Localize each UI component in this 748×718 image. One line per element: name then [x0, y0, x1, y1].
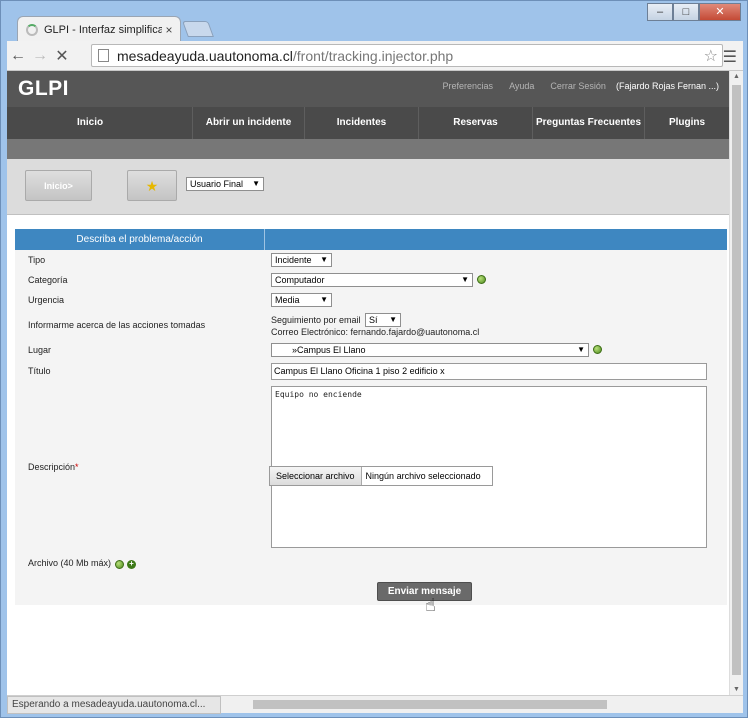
- loading-spinner-icon: [26, 23, 38, 36]
- email-follow-label: Seguimiento por email: [271, 315, 361, 325]
- dropdown-arrow-icon: ▼: [461, 275, 469, 284]
- browser-tab[interactable]: GLPI - Interfaz simplificad ×: [17, 16, 181, 42]
- window-controls: – □ ✕: [647, 3, 741, 21]
- ticket-form: Describa el problema/acción Tipo Inciden…: [15, 229, 727, 605]
- lugar-search-icon[interactable]: [593, 345, 602, 354]
- urgencia-label: Urgencia: [28, 295, 65, 305]
- form-section-title: Describa el problema/acción: [15, 229, 265, 250]
- scroll-thumb[interactable]: [732, 85, 741, 675]
- page-icon: [98, 49, 109, 62]
- browser-toolbar: ← → ✕ mesadeayuda.uautonoma.cl/front/tra…: [7, 41, 743, 71]
- titulo-label: Título: [28, 366, 51, 376]
- logout-link[interactable]: Cerrar Sesión: [550, 81, 606, 91]
- scroll-down-icon[interactable]: ▼: [733, 686, 740, 693]
- urgencia-select[interactable]: Media ▼: [271, 293, 332, 307]
- scroll-up-icon[interactable]: ▲: [733, 73, 740, 80]
- address-bar[interactable]: mesadeayuda.uautonoma.cl/front/tracking.…: [91, 44, 723, 67]
- menu-item-plugins[interactable]: Plugins: [645, 107, 729, 139]
- close-window-button[interactable]: ✕: [699, 3, 741, 21]
- main-menu: Inicio Abrir un incidente Incidentes Res…: [7, 107, 729, 139]
- menu-item-incidentes[interactable]: Incidentes: [305, 107, 419, 139]
- glpi-logo[interactable]: GLPI: [18, 77, 69, 101]
- maximize-button[interactable]: □: [673, 3, 699, 21]
- profile-select-value: Usuario Final: [190, 179, 244, 189]
- lugar-label: Lugar: [28, 345, 52, 355]
- preferences-link[interactable]: Preferencias: [443, 81, 494, 91]
- forward-arrow-icon[interactable]: →: [29, 47, 51, 65]
- dropdown-arrow-icon: ▼: [320, 255, 328, 264]
- bookmark-star-icon[interactable]: ☆: [704, 46, 718, 66]
- form-header: Describa el problema/acción: [15, 229, 727, 250]
- notify-label: Informarme acerca de las acciones tomada…: [28, 320, 206, 330]
- sub-menu-bar: [7, 139, 729, 159]
- titulo-input[interactable]: Campus El Llano Oficina 1 piso 2 edifici…: [271, 363, 707, 380]
- tipo-select[interactable]: Incidente ▼: [271, 253, 332, 267]
- hand-cursor-icon: ☝: [425, 595, 436, 615]
- urgencia-select-value: Media: [275, 295, 300, 305]
- lugar-select-value: »Campus El Llano: [292, 345, 366, 355]
- dropdown-arrow-icon: ▼: [320, 295, 328, 304]
- browser-window: GLPI - Interfaz simplificad × – □ ✕ ← → …: [0, 0, 748, 718]
- vertical-scrollbar[interactable]: ▲ ▼: [729, 71, 743, 695]
- star-icon: ★: [145, 178, 159, 194]
- email-address-text: Correo Electrónico: fernando.fajardo@uau…: [271, 327, 480, 337]
- dropdown-arrow-icon: ▼: [577, 345, 585, 354]
- menu-item-inicio[interactable]: Inicio: [7, 107, 193, 139]
- descripcion-label-text: Descripción: [28, 462, 76, 472]
- minimize-button[interactable]: –: [647, 3, 673, 21]
- top-links: Preferencias Ayuda Cerrar Sesión (Fajard…: [427, 81, 719, 91]
- lugar-select[interactable]: »Campus El Llano ▼: [271, 343, 589, 357]
- glpi-header: GLPI Preferencias Ayuda Cerrar Sesión (F…: [7, 71, 729, 139]
- menu-item-faq[interactable]: Preguntas Frecuentes: [533, 107, 645, 139]
- url-host: mesadeayuda.uautonoma.cl: [117, 47, 293, 64]
- user-name-link[interactable]: (Fajardo Rojas Fernan ...): [616, 81, 719, 91]
- categoria-search-icon[interactable]: [477, 275, 486, 284]
- tipo-label: Tipo: [28, 255, 46, 265]
- page-viewport: GLPI Preferencias Ayuda Cerrar Sesión (F…: [7, 71, 729, 695]
- url-path: /front/tracking.injector.php: [292, 47, 454, 64]
- descripcion-label: Descripción*: [28, 462, 79, 472]
- select-file-button[interactable]: Seleccionar archivo: [270, 467, 362, 485]
- favorites-button[interactable]: ★: [127, 170, 177, 201]
- email-follow-value: Sí: [369, 315, 378, 325]
- title-bar: GLPI - Interfaz simplificad × – □ ✕: [1, 1, 748, 42]
- dropdown-arrow-icon: ▼: [389, 315, 397, 324]
- menu-item-abrir-incidente[interactable]: Abrir un incidente: [193, 107, 305, 139]
- new-tab-button[interactable]: [182, 21, 214, 37]
- categoria-label: Categoría: [28, 275, 68, 285]
- loading-status: Esperando a mesadeayuda.uautonoma.cl...: [7, 696, 221, 714]
- back-arrow-icon[interactable]: ←: [7, 47, 29, 65]
- email-follow-select[interactable]: Sí ▼: [365, 313, 401, 327]
- add-file-icon[interactable]: +: [127, 560, 136, 569]
- file-input[interactable]: Seleccionar archivo Ningún archivo selec…: [269, 466, 493, 486]
- profile-select[interactable]: Usuario Final ▼: [186, 177, 264, 191]
- categoria-select[interactable]: Computador ▼: [271, 273, 473, 287]
- browser-menu-icon[interactable]: ☰: [723, 47, 737, 67]
- dropdown-arrow-icon: ▼: [252, 179, 260, 188]
- help-link[interactable]: Ayuda: [509, 81, 534, 91]
- actions-strip: Inicio> ★ Usuario Final ▼: [7, 159, 729, 215]
- required-mark: *: [75, 462, 79, 472]
- inicio-button[interactable]: Inicio>: [25, 170, 92, 201]
- menu-item-reservas[interactable]: Reservas: [419, 107, 533, 139]
- tipo-select-value: Incidente: [275, 255, 312, 265]
- file-status-text: Ningún archivo seleccionado: [365, 471, 481, 481]
- tab-title: GLPI - Interfaz simplificad: [44, 23, 162, 36]
- archivo-label: Archivo (40 Mb máx): [28, 558, 112, 568]
- horizontal-scroll-thumb[interactable]: [253, 700, 607, 709]
- archivo-info-icon[interactable]: [115, 560, 124, 569]
- categoria-select-value: Computador: [275, 275, 325, 285]
- status-bar: Esperando a mesadeayuda.uautonoma.cl...: [7, 695, 743, 714]
- stop-loading-icon[interactable]: ✕: [51, 46, 73, 66]
- tab-close-icon[interactable]: ×: [162, 23, 176, 37]
